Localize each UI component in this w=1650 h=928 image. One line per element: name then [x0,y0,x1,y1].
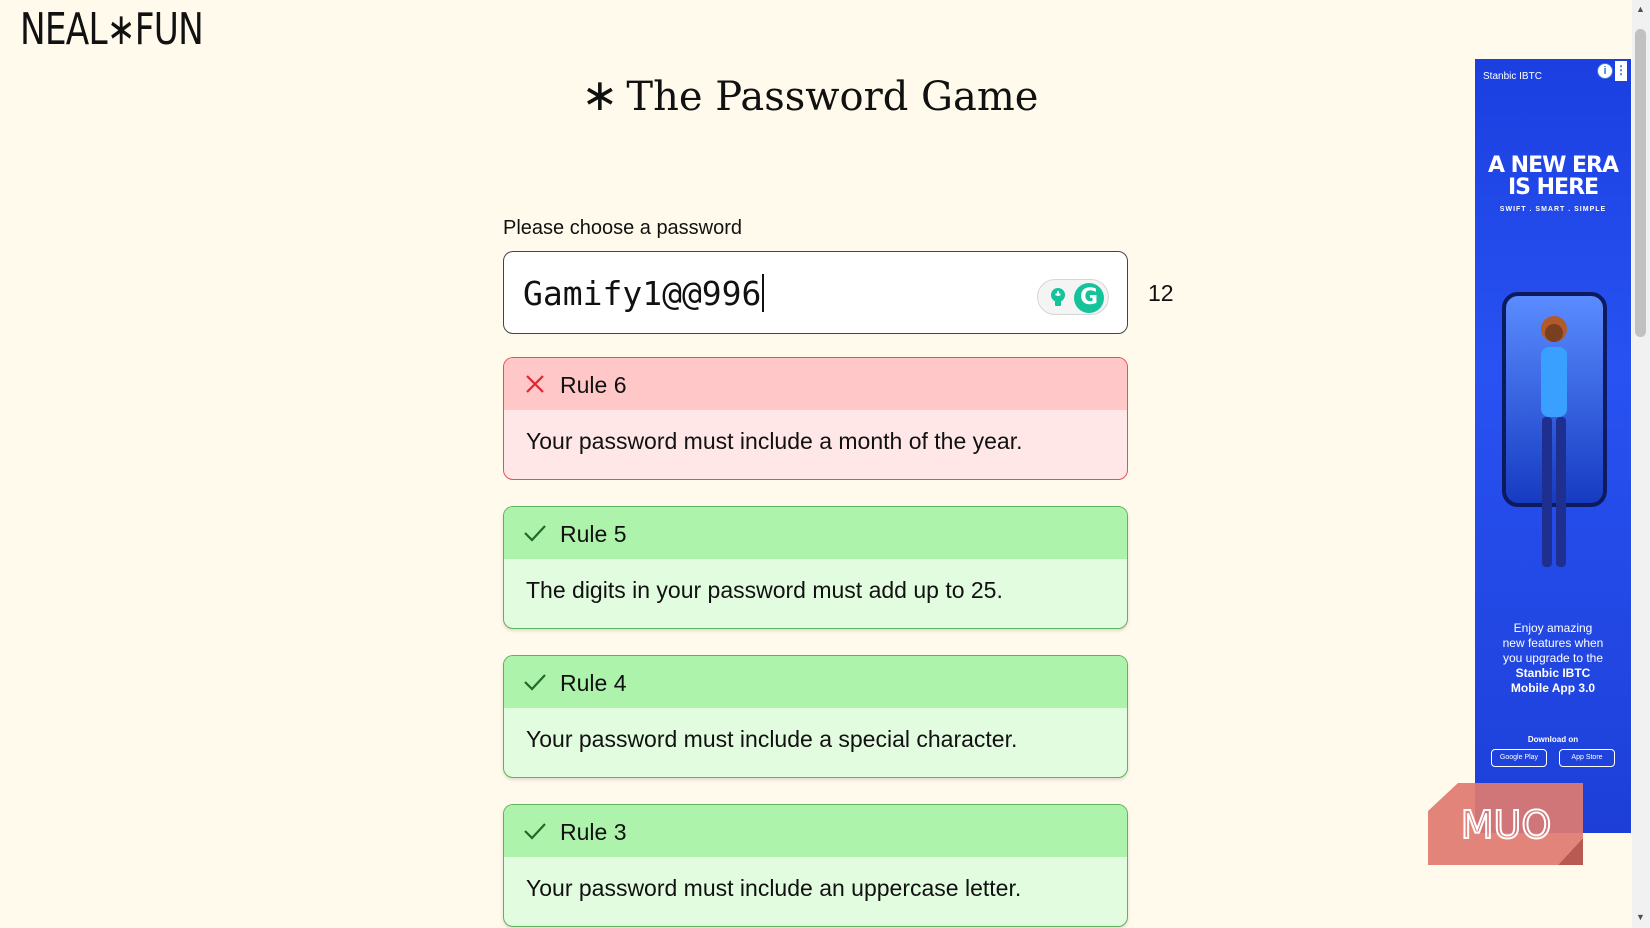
ad-info-icon[interactable]: i [1597,63,1613,79]
rule-header: Rule 5 [504,507,1127,559]
ad-body-line: new features when [1502,636,1604,650]
scroll-down-arrow-icon[interactable]: ▼ [1636,912,1645,922]
rule-text: The digits in your password must add up … [526,577,1003,603]
grammarly-widget[interactable]: G [1037,279,1109,315]
advertisement-banner[interactable]: Stanbic IBTC i ⋮ A NEW ERA IS HERE SWIFT… [1475,59,1631,833]
rule-text: Your password must include a month of th… [526,428,1023,454]
rule-text: Your password must include an uppercase … [526,875,1022,901]
rule-card-4: Rule 4 Your password must include a spec… [503,655,1128,778]
grammarly-icon[interactable]: G [1074,283,1104,313]
ad-body-text: Enjoy amazing new features when you upgr… [1485,621,1621,696]
password-label: Please choose a password [503,217,743,239]
checkmark-icon [524,823,546,840]
ad-body-line: you upgrade to the [1502,651,1604,665]
vertical-scrollbar[interactable]: ▲ ▼ [1632,0,1650,928]
muo-watermark: MUO [1428,783,1583,865]
rule-title: Rule 4 [560,670,627,696]
page-title-text: The Password Game [626,74,1039,120]
cross-icon [526,375,544,393]
google-play-badge[interactable]: Google Play [1491,749,1547,767]
text-caret [762,274,765,312]
ad-headline-line: IS HERE [1507,175,1599,200]
rule-card-6: Rule 6 Your password must include a mont… [503,357,1128,480]
checkmark-icon [524,674,546,691]
page-title: ∗ The Password Game [0,70,1650,121]
rule-title: Rule 5 [560,521,627,547]
rule-title: Rule 6 [560,372,627,398]
rule-header: Rule 4 [504,656,1127,708]
rule-text: Your password must include a special cha… [526,726,1018,752]
app-store-badge[interactable]: App Store [1559,749,1615,767]
ad-headline: A NEW ERA IS HERE [1475,155,1631,199]
password-text: Gamify1@@996 [523,274,762,313]
lightbulb-icon[interactable] [1046,285,1070,309]
password-input[interactable]: Gamify1@@996 G [503,251,1128,334]
muo-text: MUO [1461,803,1552,847]
checkmark-icon [524,525,546,542]
ad-body-bold: Mobile App 3.0 [1510,681,1596,695]
scroll-up-arrow-icon[interactable]: ▲ [1636,4,1645,14]
rule-header: Rule 3 [504,805,1127,857]
site-logo[interactable]: NEAL∗FUN [20,4,204,55]
password-value[interactable]: Gamify1@@996 [523,274,765,313]
rule-title: Rule 3 [560,819,627,845]
ad-body-bold: Stanbic IBTC [1515,666,1591,680]
superhero-illustration [1541,316,1567,567]
rule-card-5: Rule 5 The digits in your password must … [503,506,1128,629]
rule-card-3: Rule 3 Your password must include an upp… [503,804,1128,927]
ad-menu-icon[interactable]: ⋮ [1615,61,1627,81]
asterisk-icon: ∗ [581,70,619,121]
ad-subline: SWIFT . SMART . SIMPLE [1499,206,1607,213]
scrollbar-thumb[interactable] [1635,29,1646,337]
ad-body-line: Enjoy amazing [1513,621,1593,635]
ad-headline-line: A NEW ERA [1487,153,1619,178]
character-count: 12 [1148,280,1174,306]
ad-brand: Stanbic IBTC [1483,71,1542,82]
rule-header: Rule 6 [504,358,1127,410]
ad-download-label: Download on [1527,735,1579,744]
